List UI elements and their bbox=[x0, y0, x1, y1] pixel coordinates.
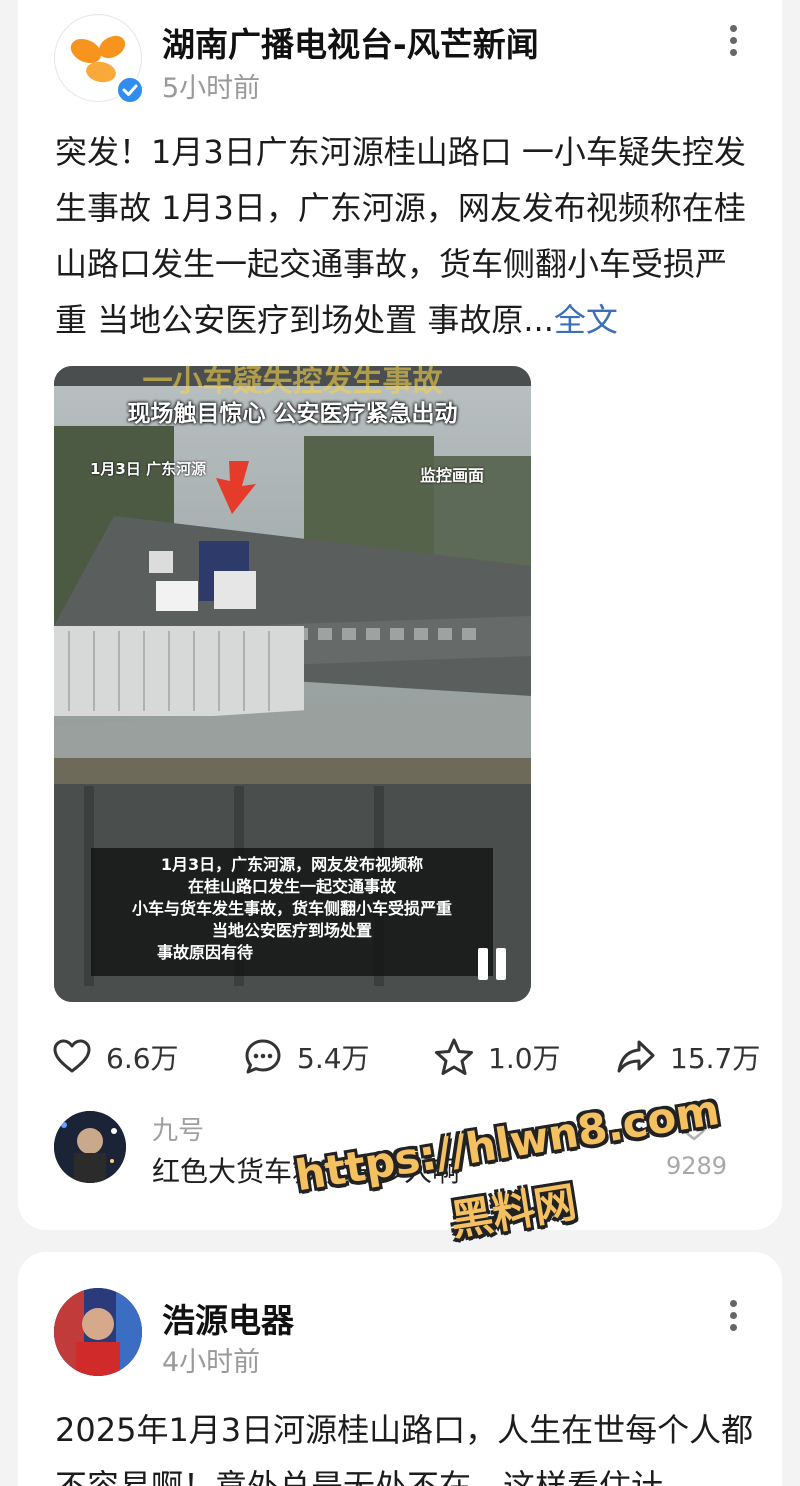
post-body[interactable]: 突发！1月3日广东河源桂山路口 一小车疑失控发生事故 1月3日，广东河源，网友发… bbox=[55, 124, 755, 348]
pause-icon[interactable] bbox=[478, 948, 508, 980]
comment-like-count: 9289 bbox=[666, 1152, 728, 1180]
author-name[interactable]: 湖南广播电视台-风芒新闻 bbox=[162, 18, 539, 66]
author-avatar[interactable] bbox=[54, 1288, 142, 1376]
share-arrow-icon bbox=[617, 1040, 655, 1073]
comment-bubble-icon bbox=[245, 1039, 281, 1074]
expand-full-text-link[interactable]: 全文 bbox=[554, 301, 618, 339]
video-caption-box: 1月3日，广东河源，网友发布视频称 在桂山路口发生一起交通事故 小车与货车发生事… bbox=[91, 848, 493, 976]
commenter-name[interactable]: 九号 bbox=[152, 1110, 204, 1147]
author-name[interactable]: 浩源电器 bbox=[162, 1294, 294, 1342]
video-date-tag: 1月3日 广东河源 bbox=[90, 460, 207, 478]
video-monitor-tag: 监控画面 bbox=[420, 466, 485, 485]
video-headline-sub: 现场触目惊心 公安医疗紧急出动 bbox=[127, 401, 458, 427]
comment-button[interactable]: 5.4万 bbox=[243, 1032, 370, 1082]
author-photo bbox=[54, 1288, 142, 1376]
video-caption-line: 事故原因有待 bbox=[157, 943, 254, 962]
post-text[interactable]: 2025年1月3日河源桂山路口，人生在世每个人都不容易啊！意外总是无处不在，这样… bbox=[55, 1402, 755, 1486]
commenter-avatar[interactable] bbox=[54, 1111, 126, 1183]
share-count: 15.7万 bbox=[670, 1042, 761, 1075]
video-player[interactable]: 一小车疑失控发生事故 现场触目惊心 公安医疗紧急出动 1月3日 广东河源 监控画… bbox=[54, 366, 531, 1002]
favorite-button[interactable]: 1.0万 bbox=[434, 1032, 561, 1082]
post-time: 4小时前 bbox=[162, 1347, 261, 1378]
verified-badge-icon bbox=[116, 76, 144, 104]
commenter-photo bbox=[54, 1111, 126, 1183]
post-text: 突发！1月3日广东河源桂山路口 一小车疑失控发生事故 1月3日，广东河源，网友发… bbox=[55, 133, 746, 339]
video-caption-line: 1月3日，广东河源，网友发布视频称 bbox=[160, 855, 424, 874]
heart-icon bbox=[53, 1039, 91, 1073]
video-caption-line: 小车与货车发生事故，货车侧翻小车受损严重 bbox=[131, 899, 452, 918]
favorite-count: 1.0万 bbox=[488, 1042, 561, 1075]
comment-count: 5.4万 bbox=[297, 1042, 370, 1075]
video-caption-line: 当地公安医疗到场处置 bbox=[211, 921, 372, 940]
like-button[interactable]: 6.6万 bbox=[52, 1032, 179, 1082]
post-time: 5小时前 bbox=[162, 73, 261, 104]
post-card[interactable]: 浩源电器 4小时前 2025年1月3日河源桂山路口，人生在世每个人都不容易啊！意… bbox=[18, 1252, 782, 1486]
more-options-icon[interactable] bbox=[723, 25, 743, 65]
like-count: 6.6万 bbox=[106, 1042, 179, 1075]
star-icon bbox=[435, 1038, 473, 1075]
video-caption-line: 在桂山路口发生一起交通事故 bbox=[187, 877, 396, 896]
more-options-icon[interactable] bbox=[723, 1300, 743, 1340]
share-button[interactable]: 15.7万 bbox=[616, 1032, 760, 1082]
